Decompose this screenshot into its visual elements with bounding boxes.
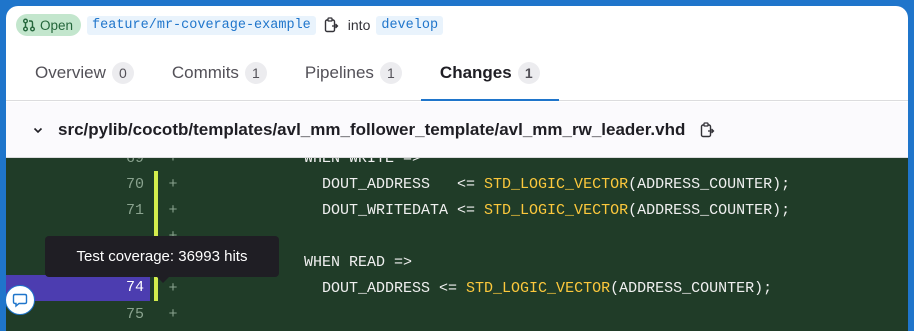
status-badge: Open <box>16 14 82 36</box>
chevron-down-icon[interactable] <box>30 122 46 138</box>
diff-line-selected: 74 + DOUT_ADDRESS <= STD_LOGIC_VECTOR(AD… <box>6 275 908 301</box>
added-marker: + <box>168 305 178 323</box>
line-number[interactable]: 69 <box>6 158 146 167</box>
diff-line: 75 + <box>6 301 908 327</box>
tab-count: 1 <box>244 62 267 84</box>
tab-count: 0 <box>111 62 134 84</box>
tab-count: 1 <box>517 62 540 84</box>
target-branch-link[interactable]: develop <box>376 15 444 35</box>
tab-count: 1 <box>379 62 402 84</box>
tab-label: Pipelines <box>304 63 374 82</box>
diff-line: 71 + DOUT_WRITEDATA <= STD_LOGIC_VECTOR(… <box>6 197 908 223</box>
added-marker: + <box>168 175 178 193</box>
code-text: DOUT_ADDRESS <= STD_LOGIC_VECTOR(ADDRESS… <box>268 279 773 297</box>
coverage-tooltip: Test coverage: 36993 hits <box>45 236 279 283</box>
mr-header: Open feature/mr-coverage-example into de… <box>16 10 444 40</box>
tab-overview[interactable]: Overview 0 <box>16 46 153 100</box>
into-label: into <box>347 17 371 33</box>
source-branch-link[interactable]: feature/mr-coverage-example <box>87 15 316 35</box>
comment-icon <box>12 292 28 308</box>
copy-branch-icon[interactable] <box>324 17 340 33</box>
merge-request-icon <box>22 18 36 32</box>
line-number[interactable]: 71 <box>6 202 146 219</box>
tab-changes[interactable]: Changes 1 <box>420 46 559 101</box>
add-comment-button[interactable] <box>5 285 35 315</box>
added-marker: + <box>168 158 178 167</box>
tab-label: Commits <box>171 63 239 82</box>
tab-commits[interactable]: Commits 1 <box>153 46 286 100</box>
diff-line: 70 + DOUT_ADDRESS <= STD_LOGIC_VECTOR(AD… <box>6 171 908 197</box>
tab-label: Overview <box>35 63 106 82</box>
code-text: DOUT_WRITEDATA <= STD_LOGIC_VECTOR(ADDRE… <box>268 201 791 219</box>
code-text: WHEN WRITE => <box>268 158 422 167</box>
added-marker: + <box>168 201 178 219</box>
line-number[interactable]: 70 <box>6 176 146 193</box>
copy-path-icon[interactable] <box>699 121 715 138</box>
tooltip-text: Test coverage: 36993 hits <box>76 248 248 265</box>
merge-request-panel: Open feature/mr-coverage-example into de… <box>6 6 908 331</box>
file-header: src/pylib/cocotb/templates/avl_mm_follow… <box>6 102 908 158</box>
file-path: src/pylib/cocotb/templates/avl_mm_follow… <box>58 119 686 139</box>
mr-tabs: Overview 0 Commits 1 Pipelines 1 Changes… <box>6 46 908 101</box>
diff-line: 69 + WHEN WRITE => <box>6 158 908 171</box>
code-text: DOUT_ADDRESS <= STD_LOGIC_VECTOR(ADDRESS… <box>268 175 791 193</box>
tab-pipelines[interactable]: Pipelines 1 <box>286 46 421 100</box>
status-label: Open <box>40 17 74 33</box>
tab-label: Changes <box>439 63 512 82</box>
